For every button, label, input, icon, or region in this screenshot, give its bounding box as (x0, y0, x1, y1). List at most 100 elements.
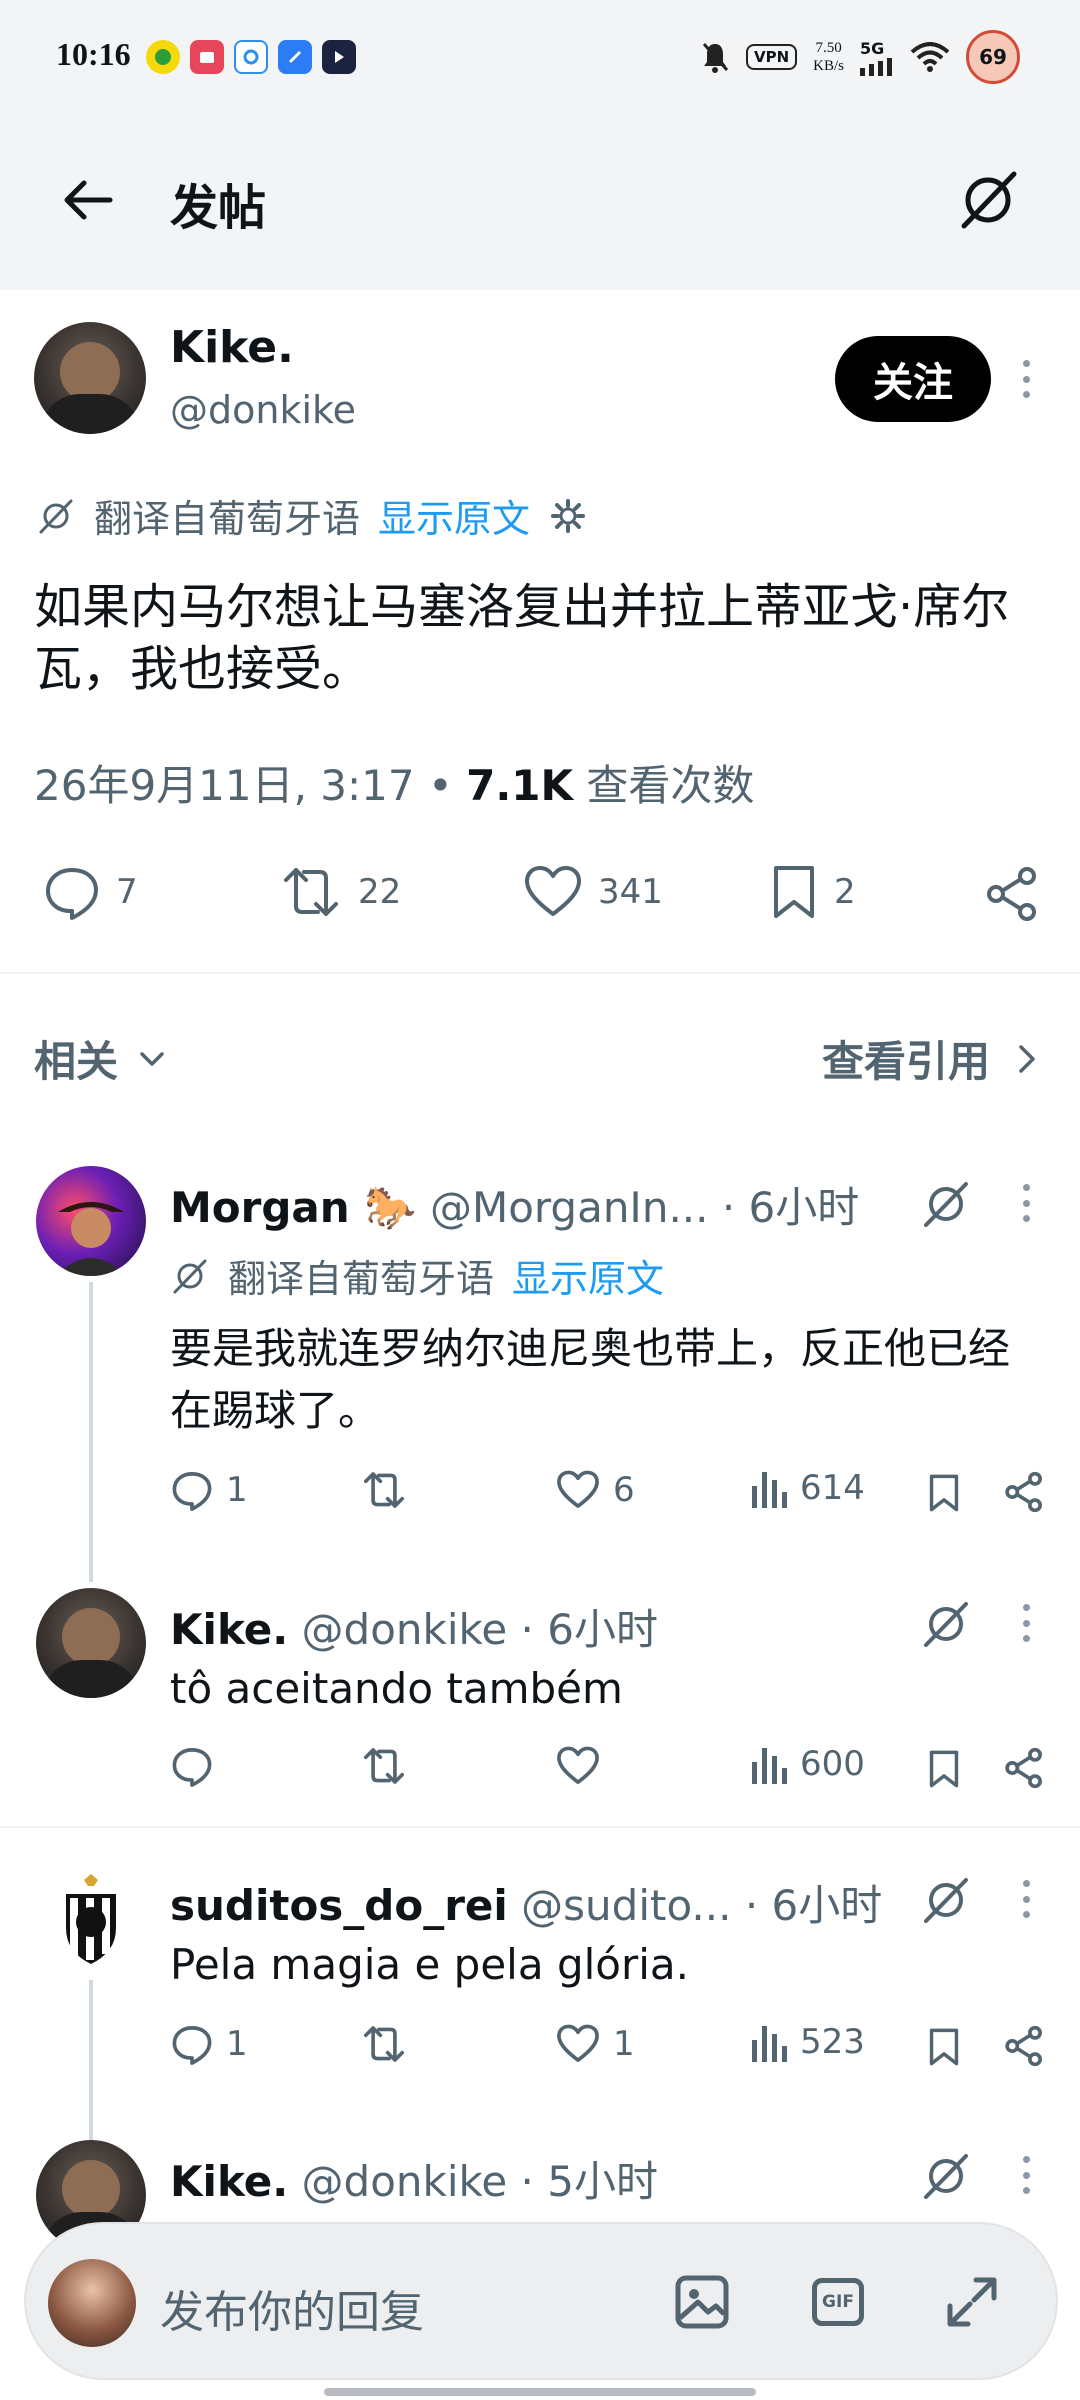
repost-icon (364, 2026, 404, 2062)
author-avatar[interactable] (34, 322, 146, 434)
share-icon[interactable] (1002, 1470, 1046, 1514)
status-time: 10:16 (56, 36, 131, 72)
repost-icon (364, 1748, 404, 1784)
more-options-icon[interactable] (1016, 1598, 1036, 1648)
post-actions: 7 22 341 2 (0, 850, 1080, 940)
reply-count: 1 (226, 1470, 248, 1510)
avatar-face (62, 2160, 120, 2218)
reply-input[interactable]: 发布你的回复 (160, 2276, 424, 2340)
views-action[interactable]: 614 (750, 1468, 865, 1508)
reply-avatar[interactable] (36, 1166, 146, 1276)
more-options-icon[interactable] (1016, 1178, 1036, 1228)
reply-action[interactable]: 1 (170, 2022, 248, 2066)
reply-composer[interactable]: 发布你的回复 GIF (24, 2222, 1058, 2380)
reply-author-handle[interactable]: @donkike · 6小时 (302, 1605, 658, 1654)
post-meta: 26年9月11日, 3:17 • 7.1K 查看次数 (34, 752, 754, 813)
back-arrow-icon[interactable] (58, 170, 118, 230)
notification-icons (146, 40, 356, 74)
reply-author-handle[interactable]: @sudito... · 6小时 (521, 1881, 882, 1930)
vpn-badge: VPN (746, 44, 798, 70)
settings-gear-icon[interactable] (548, 496, 588, 536)
share-icon[interactable] (1002, 1746, 1046, 1790)
avatar-face (62, 1608, 120, 1666)
grok-icon (39, 499, 73, 533)
gif-button[interactable]: GIF (802, 2266, 874, 2338)
reply-avatar[interactable] (36, 1866, 146, 1976)
reply-action[interactable] (170, 1744, 226, 1788)
bookmark-icon[interactable] (926, 1748, 962, 1790)
reply-avatar[interactable] (36, 1588, 146, 1698)
signal-icon (860, 57, 892, 76)
bookmark-icon (774, 866, 814, 918)
reply-action[interactable]: 1 (170, 1468, 248, 1512)
reply-text: 要是我就连罗纳尔迪尼奥也带上，反正他已经在踢球了。 (170, 1324, 1011, 1435)
like-action[interactable]: 1 (555, 2022, 635, 2066)
gif-icon: GIF (812, 2278, 864, 2326)
expand-icon[interactable] (936, 2266, 1008, 2338)
bookmark-icon[interactable] (926, 2026, 962, 2068)
repost-icon (284, 868, 338, 916)
app-notification-icon (234, 40, 268, 74)
reply-actions: 600 (170, 1744, 1050, 1804)
more-options-icon[interactable] (1016, 2150, 1036, 2200)
view-quotes-label: 查看引用 (821, 1037, 990, 1086)
app-notification-icon (146, 40, 180, 74)
speed-value: 7.50 (815, 40, 842, 56)
repost-action[interactable] (360, 1468, 420, 1512)
show-original-link[interactable]: 显示原文 (378, 488, 530, 543)
views-action[interactable]: 523 (750, 2022, 865, 2062)
reply-author-name[interactable]: Kike. (170, 2157, 288, 2206)
repost-icon (364, 1472, 404, 1508)
translate-label: 翻译自葡萄牙语 (94, 497, 361, 541)
bookmark-action[interactable]: 2 (768, 862, 856, 922)
share-icon[interactable] (1002, 2024, 1046, 2068)
more-options-icon[interactable] (1016, 1874, 1036, 1924)
author-name[interactable]: Kike. (170, 322, 294, 373)
club-crest-icon (66, 1874, 116, 1964)
grok-icon (173, 1259, 207, 1293)
page-title: 发帖 (170, 180, 267, 236)
reply-count: 7 (116, 872, 138, 912)
my-avatar (48, 2259, 136, 2347)
reply-author-name[interactable]: suditos_do_rei (170, 1881, 508, 1930)
author-handle[interactable]: @donkike (170, 388, 356, 432)
avatar-shirt (42, 1660, 140, 1698)
like-action[interactable]: 6 (555, 1468, 635, 1512)
view-quotes-link[interactable]: 查看引用 (822, 1028, 1040, 1089)
grok-icon[interactable] (954, 166, 1022, 234)
grok-icon[interactable] (920, 1178, 972, 1230)
reply-author-name[interactable]: Kike. (170, 1605, 288, 1654)
avatar-face (60, 342, 120, 402)
grok-icon[interactable] (920, 1598, 972, 1650)
more-options-icon[interactable] (1016, 354, 1036, 404)
grok-icon[interactable] (920, 2150, 972, 2202)
views-count: 523 (800, 2022, 865, 2062)
related-sort-dropdown[interactable]: 相关 (34, 1028, 168, 1089)
network-speed: 7.50 KB/s (813, 39, 844, 75)
share-icon[interactable] (982, 864, 1042, 924)
like-action[interactable]: 341 (522, 862, 663, 922)
reply-author-name[interactable]: Morgan 🐎 (170, 1183, 417, 1232)
image-icon[interactable] (666, 2266, 738, 2338)
bookmark-count: 2 (834, 872, 856, 912)
reply-action[interactable]: 7 (42, 862, 138, 922)
battery-indicator: 69 (966, 30, 1020, 84)
repost-action[interactable] (360, 1744, 420, 1788)
grok-icon[interactable] (920, 1874, 972, 1926)
app-notification-icon (190, 40, 224, 74)
status-right: VPN 7.50 KB/s 5G 69 (700, 30, 1020, 84)
heart-icon (557, 1746, 599, 1784)
like-action[interactable] (555, 1744, 613, 1788)
reply-header: Kike. @donkike · 6小时 (170, 1596, 658, 1657)
reply-author-handle[interactable]: @donkike · 5小时 (302, 2157, 658, 2206)
repost-action[interactable] (360, 2022, 420, 2066)
bookmark-icon[interactable] (926, 1472, 962, 1514)
repost-action[interactable]: 22 (278, 862, 401, 922)
follow-button[interactable]: 关注 (835, 336, 991, 422)
reply-author-handle[interactable]: @MorganIn... · 6小时 (430, 1183, 859, 1232)
avatar-hat-figure (56, 1202, 126, 1276)
show-original-link[interactable]: 显示原文 (512, 1248, 664, 1303)
reply-header: Morgan 🐎 @MorganIn... · 6小时 (170, 1174, 859, 1235)
views-action[interactable]: 600 (750, 1744, 865, 1784)
translation-row: 翻译自葡萄牙语 显示原文 (170, 1248, 664, 1303)
